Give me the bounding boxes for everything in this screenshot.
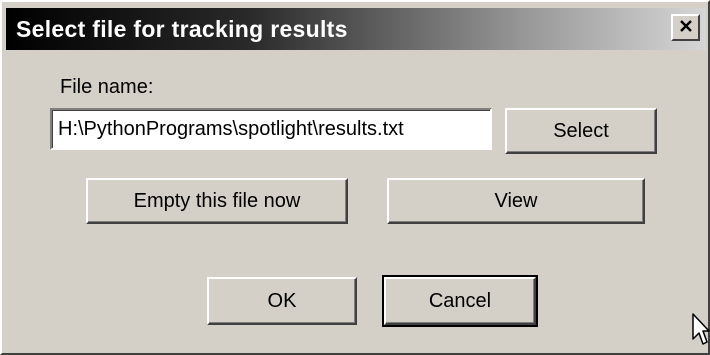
cancel-button[interactable]: Cancel bbox=[382, 275, 538, 327]
title-bar[interactable]: Select file for tracking results bbox=[6, 8, 706, 50]
close-button[interactable] bbox=[671, 14, 700, 41]
close-icon bbox=[678, 18, 694, 38]
file-name-label: File name: bbox=[60, 76, 154, 98]
empty-file-button[interactable]: Empty this file now bbox=[86, 178, 348, 224]
select-button[interactable]: Select bbox=[505, 108, 657, 154]
dialog-window: Select file for tracking results File na… bbox=[0, 0, 710, 355]
mouse-pointer-icon bbox=[692, 313, 710, 345]
file-name-input[interactable] bbox=[50, 108, 492, 150]
ok-button[interactable]: OK bbox=[207, 277, 357, 325]
view-button[interactable]: View bbox=[387, 178, 645, 224]
dialog-title: Select file for tracking results bbox=[16, 16, 348, 42]
